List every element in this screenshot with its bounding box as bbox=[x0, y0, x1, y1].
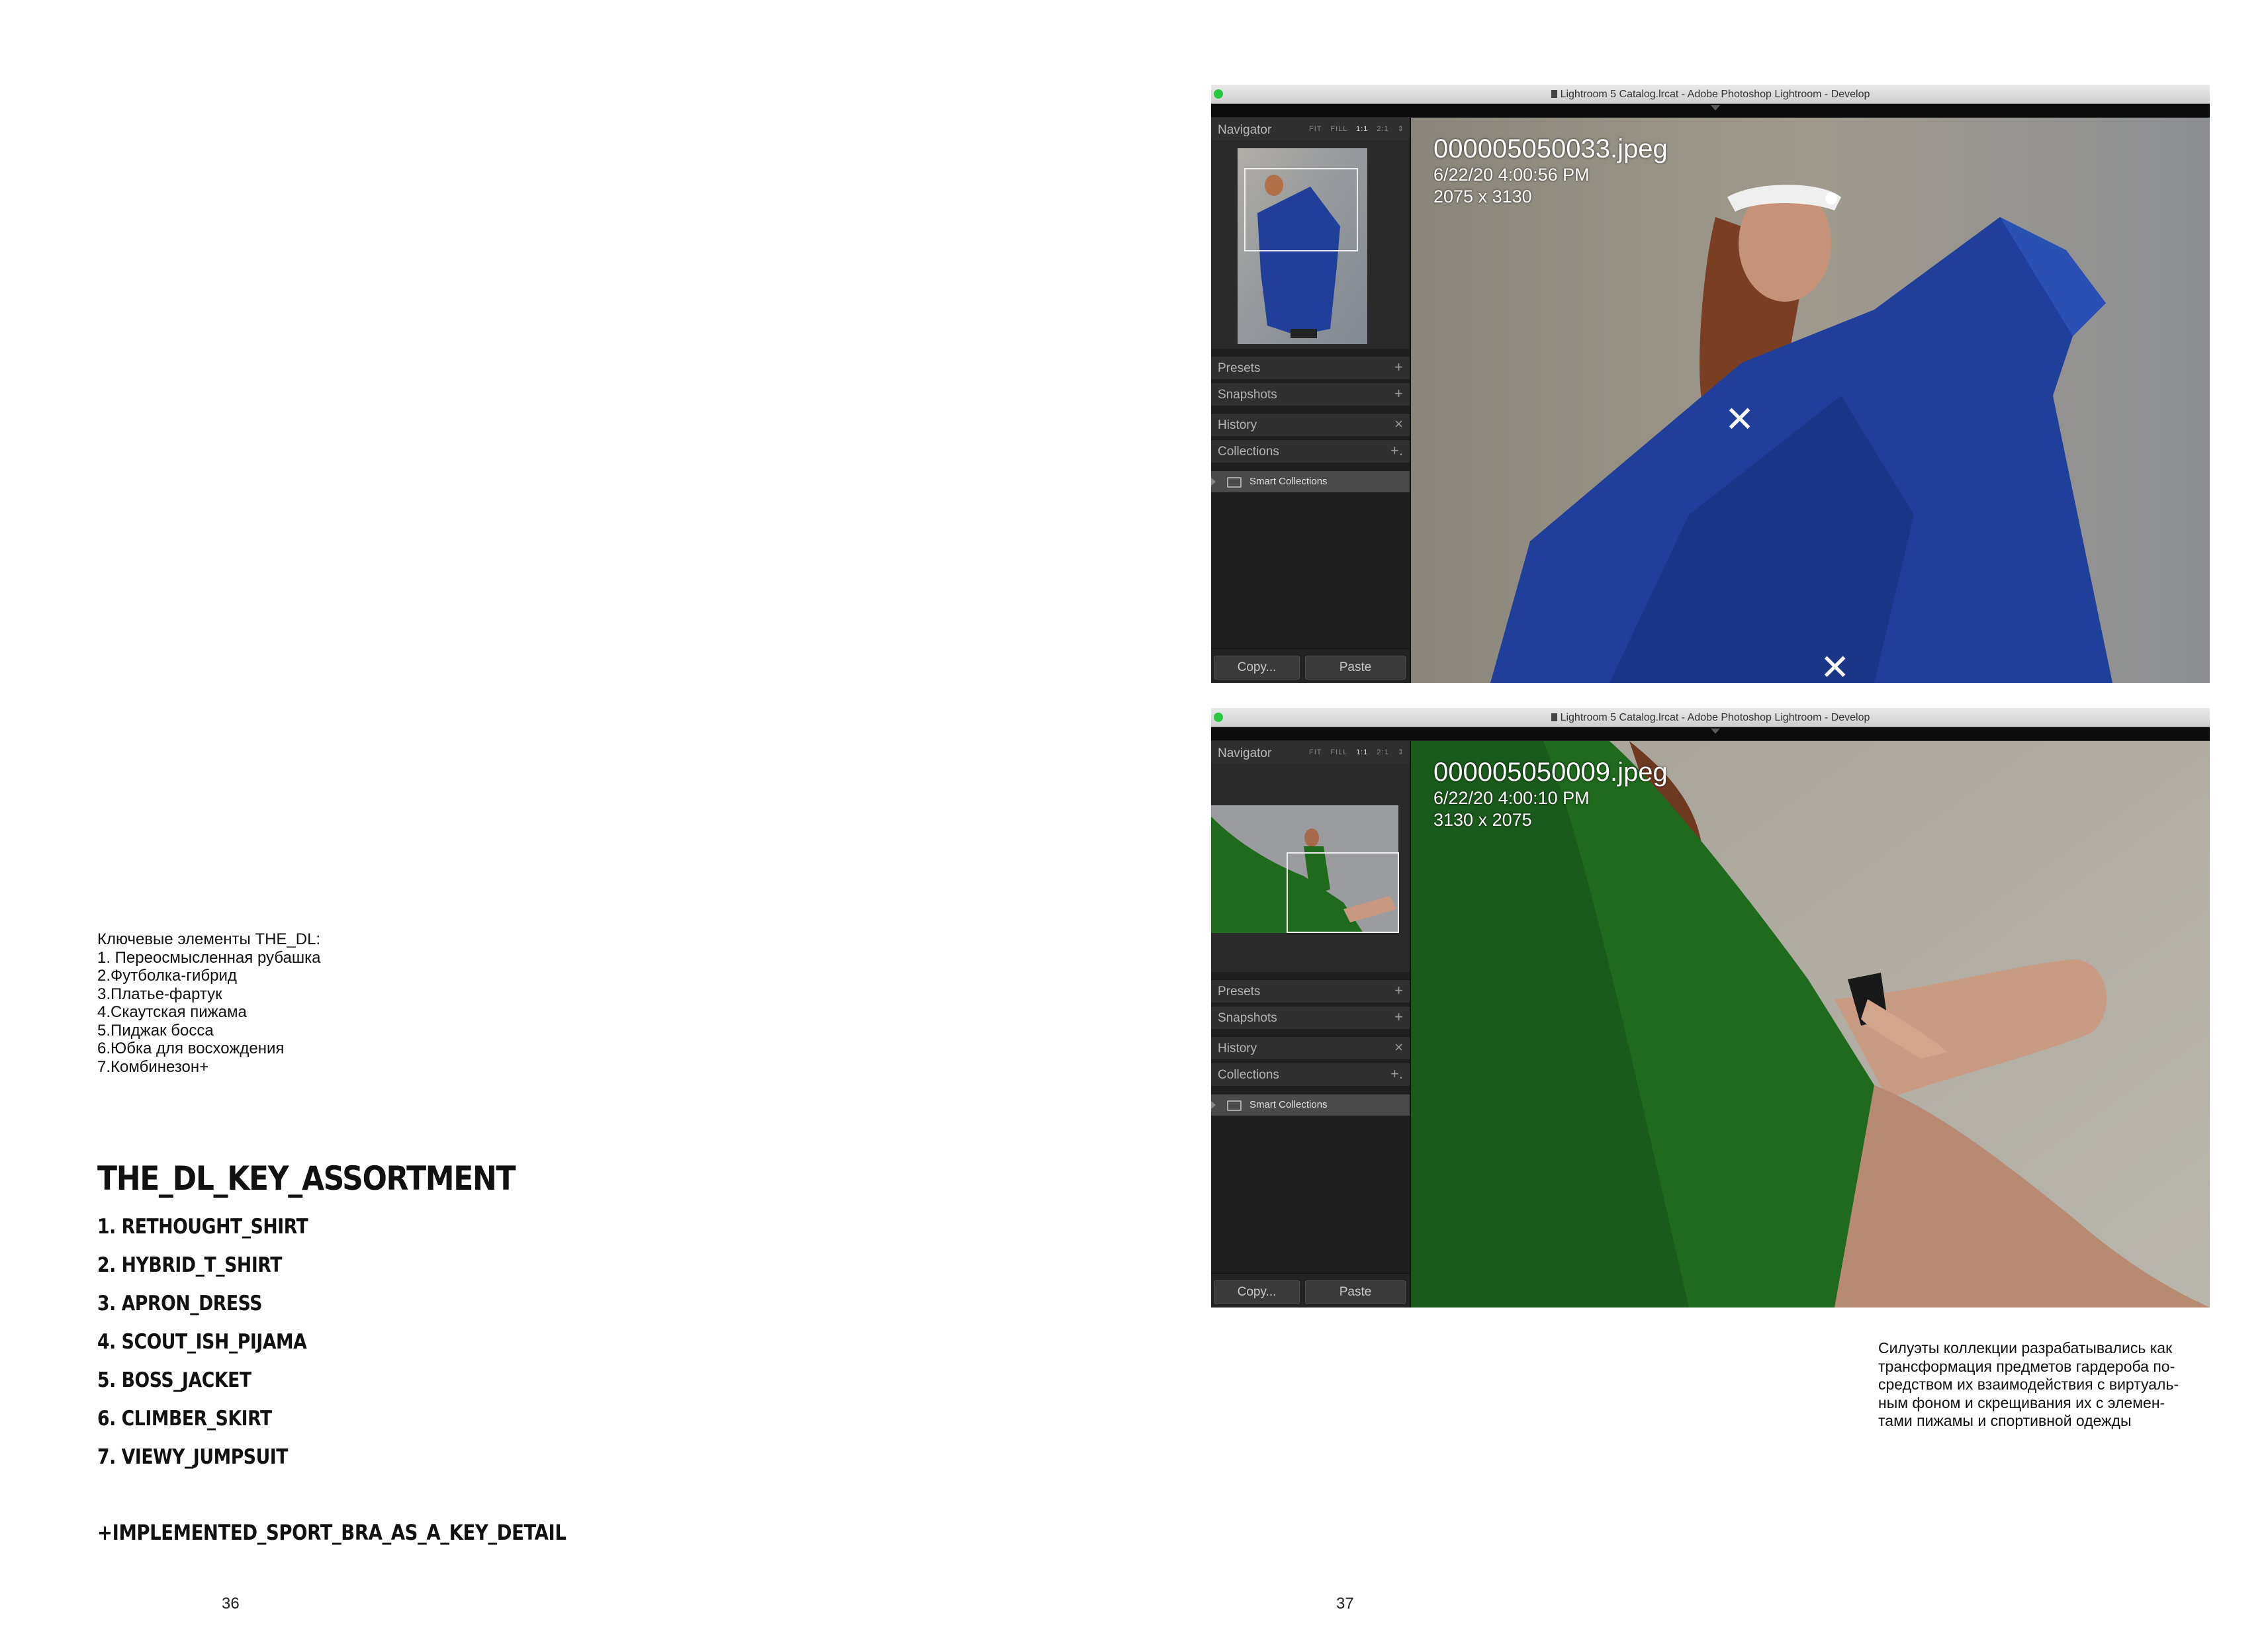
image-datetime: 6/22/20 4:00:56 PM bbox=[1433, 165, 1590, 185]
navigator-thumbnail[interactable] bbox=[1211, 140, 1410, 349]
copy-paste-bar: Copy... Paste bbox=[1211, 1273, 1410, 1308]
document-icon bbox=[1551, 90, 1557, 98]
x-print-mark-icon: ✕ bbox=[1725, 398, 1755, 440]
caption-line: Силуэты коллекции разрабатывались как bbox=[1878, 1339, 2173, 1356]
zoom-options[interactable]: FIT FILL 1:1 2:1 ⇕ bbox=[1309, 748, 1404, 756]
copy-paste-bar: Copy... Paste bbox=[1211, 648, 1410, 683]
image-filename: 000005050033.jpeg bbox=[1433, 134, 1668, 163]
image-dimensions: 2075 x 3130 bbox=[1433, 187, 1532, 206]
navigator-label: Navigator bbox=[1218, 746, 1272, 760]
left-panel: Navigator FIT FILL 1:1 2:1 ⇕ Presets + Sn… bbox=[1211, 741, 1411, 1308]
copy-button[interactable]: Copy... bbox=[1214, 656, 1300, 680]
collections-panel[interactable]: Collections +. bbox=[1211, 1063, 1410, 1086]
assortment-item: 5. BOSS_JACKET bbox=[97, 1368, 251, 1392]
collection-set-icon bbox=[1227, 1100, 1242, 1111]
smart-collections-item[interactable]: Smart Collections bbox=[1211, 471, 1410, 492]
expand-triangle-icon[interactable] bbox=[1211, 478, 1216, 486]
page-number-right: 37 bbox=[1336, 1595, 1354, 1613]
assortment-item: 1. RETHOUGHT_SHIRT bbox=[97, 1215, 308, 1239]
collection-set-icon bbox=[1227, 477, 1242, 488]
presets-panel[interactable]: Presets + bbox=[1211, 356, 1410, 379]
ru-list-item: 7.Комбинезон+ bbox=[97, 1057, 209, 1076]
collection-caption: Силуэты коллекции разрабатывались как тр… bbox=[1878, 1339, 2249, 1431]
ru-list-item: 3.Платье-фартук bbox=[97, 985, 222, 1003]
navigator-preview[interactable] bbox=[1211, 764, 1410, 972]
ru-list-item: 5.Пиджак босса bbox=[97, 1021, 214, 1040]
caption-line: тами пижамы и спортивной одежды bbox=[1878, 1412, 2132, 1429]
paste-button[interactable]: Paste bbox=[1305, 656, 1406, 680]
sport-bra-note: +IMPLEMENTED_SPORT_BRA_AS_A_KEY_DETAIL bbox=[97, 1520, 567, 1545]
ru-list-item: 6.Юбка для восхождения bbox=[97, 1040, 285, 1057]
assortment-item: 7. VIEWY_JUMPSUIT bbox=[97, 1445, 289, 1469]
russian-key-elements-list: Ключевые элементы THE_DL: 1. Переосмысле… bbox=[97, 930, 320, 1076]
page-number-left: 36 bbox=[222, 1595, 240, 1613]
x-print-mark-icon: ✕ bbox=[1820, 646, 1850, 684]
assortment-item: 3. APRON_DRESS bbox=[97, 1292, 263, 1315]
assortment-item: 2. HYBRID_T_SHIRT bbox=[97, 1253, 282, 1277]
ru-list-item: 1. Переосмысленная рубашка bbox=[97, 948, 321, 967]
caption-line: трансформация предметов гардероба по- bbox=[1878, 1357, 2175, 1375]
paste-button[interactable]: Paste bbox=[1305, 1280, 1406, 1304]
navigator-header[interactable]: Navigator FIT FILL 1:1 2:1 ⇕ bbox=[1211, 741, 1410, 764]
window-title-bar[interactable]: Lightroom 5 Catalog.lrcat - Adobe Photos… bbox=[1211, 708, 2210, 727]
copy-button[interactable]: Copy... bbox=[1214, 1280, 1300, 1304]
image-filename: 000005050009.jpeg bbox=[1433, 758, 1668, 787]
assortment-item: 4. SCOUT_ISH_PIJAMA bbox=[97, 1330, 307, 1354]
caption-line: средством их взаимодействия с виртуаль- bbox=[1878, 1376, 2179, 1393]
ru-list-item: 2.Футболка-гибрид bbox=[97, 967, 237, 985]
navigator-preview[interactable] bbox=[1211, 140, 1410, 349]
assortment-item: 6. CLIMBER_SKIRT bbox=[97, 1407, 272, 1431]
ru-list-item: 4.Скаутская пижама bbox=[97, 1003, 247, 1021]
snapshots-panel[interactable]: Snapshots + bbox=[1211, 1006, 1410, 1029]
window-title: Lightroom 5 Catalog.lrcat - Adobe Photos… bbox=[1560, 89, 1870, 100]
smart-collections-item[interactable]: Smart Collections bbox=[1211, 1094, 1410, 1116]
zoom-options[interactable]: FIT FILL 1:1 2:1 ⇕ bbox=[1309, 124, 1404, 133]
navigator-header[interactable]: Navigator FIT FILL 1:1 2:1 ⇕ bbox=[1211, 118, 1410, 140]
left-panel: Navigator FIT FILL 1:1 2:1 ⇕ Presets + Sn… bbox=[1211, 118, 1411, 683]
expand-triangle-icon[interactable] bbox=[1211, 1101, 1216, 1109]
collapse-triangle-icon[interactable] bbox=[1710, 729, 1720, 734]
history-panel[interactable]: History × bbox=[1211, 1036, 1410, 1059]
navigator-thumbnail[interactable] bbox=[1211, 764, 1410, 972]
filmstrip-toggle-strip[interactable] bbox=[1211, 727, 2210, 740]
caption-line: ным фоном и скрещивания их с элемен- bbox=[1878, 1394, 2165, 1411]
lightroom-window-bottom: Lightroom 5 Catalog.lrcat - Adobe Photos… bbox=[1211, 708, 2210, 1308]
image-info-overlay: 000005050009.jpeg 6/22/20 4:00:10 PM 313… bbox=[1433, 757, 1668, 831]
collections-panel[interactable]: Collections +. bbox=[1211, 439, 1410, 463]
history-panel[interactable]: History × bbox=[1211, 413, 1410, 436]
window-title: Lightroom 5 Catalog.lrcat - Adobe Photos… bbox=[1560, 712, 1870, 723]
image-info-overlay: 000005050033.jpeg 6/22/20 4:00:56 PM 207… bbox=[1433, 134, 1668, 208]
snapshots-panel[interactable]: Snapshots + bbox=[1211, 382, 1410, 406]
image-canvas[interactable]: 000005050033.jpeg 6/22/20 4:00:56 PM 207… bbox=[1411, 118, 2210, 683]
collapse-triangle-icon[interactable] bbox=[1710, 105, 1720, 111]
image-dimensions: 3130 x 2075 bbox=[1433, 810, 1532, 830]
lightroom-window-top: Lightroom 5 Catalog.lrcat - Adobe Photos… bbox=[1211, 85, 2210, 683]
image-canvas[interactable]: 000005050009.jpeg 6/22/20 4:00:10 PM 313… bbox=[1411, 741, 2210, 1308]
document-icon bbox=[1551, 713, 1557, 721]
ru-list-title: Ключевые элементы THE_DL: bbox=[97, 930, 321, 948]
window-title-bar[interactable]: Lightroom 5 Catalog.lrcat - Adobe Photos… bbox=[1211, 85, 2210, 104]
image-datetime: 6/22/20 4:00:10 PM bbox=[1433, 788, 1590, 808]
presets-panel[interactable]: Presets + bbox=[1211, 979, 1410, 1002]
filmstrip-toggle-strip[interactable] bbox=[1211, 104, 2210, 117]
navigator-label: Navigator bbox=[1218, 123, 1272, 137]
assortment-title: THE_DL_KEY_ASSORTMENT bbox=[97, 1159, 516, 1198]
